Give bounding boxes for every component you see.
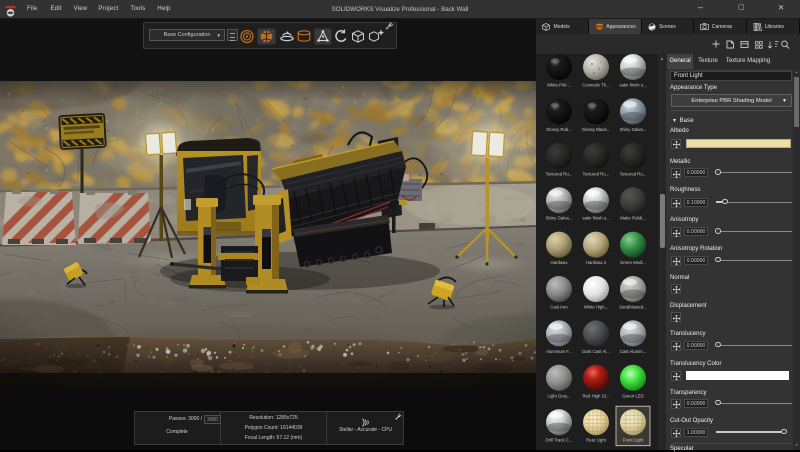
svg-text:White High...: White High... xyxy=(584,305,609,310)
svg-text:Aluminum F...: Aluminum F... xyxy=(546,349,572,354)
svg-text:Green Medi...: Green Medi... xyxy=(620,260,646,265)
svg-text:Rear Light: Rear Light xyxy=(586,438,607,443)
svg-text:Hardwax 2: Hardwax 2 xyxy=(586,260,607,265)
svg-text:Sandblasted...: Sandblasted... xyxy=(619,305,646,310)
svg-text:Dark Cast Al...: Dark Cast Al... xyxy=(582,349,609,354)
svg-text:satin finish s...: satin finish s... xyxy=(619,83,646,88)
svg-text:Glossy Black...: Glossy Black... xyxy=(582,127,610,132)
svg-text:Glossy Rub...: Glossy Rub... xyxy=(546,127,572,132)
svg-text:Hardwax: Hardwax xyxy=(551,260,569,265)
svg-text:White-PW-...: White-PW-... xyxy=(547,83,571,88)
svg-text:Matte Rubb...: Matte Rubb... xyxy=(620,216,646,221)
svg-text:Cosmetic Th...: Cosmetic Th... xyxy=(582,83,610,88)
svg-text:Textured Ru...: Textured Ru... xyxy=(583,171,610,176)
svg-text:Textured Ru...: Textured Ru... xyxy=(620,171,647,176)
svg-text:Cast Iron: Cast Iron xyxy=(550,305,568,310)
svg-text:Green LED: Green LED xyxy=(622,393,644,398)
svg-text:Drill Track C...: Drill Track C... xyxy=(546,438,573,443)
svg-text:Textured Ru...: Textured Ru... xyxy=(546,171,573,176)
svg-text:satin finish s...: satin finish s... xyxy=(582,216,609,221)
svg-text:Cast Alumin...: Cast Alumin... xyxy=(620,349,647,354)
svg-text:Shiny Galva...: Shiny Galva... xyxy=(620,127,647,132)
svg-text:Front Light: Front Light xyxy=(623,438,644,443)
svg-text:Red High Gl...: Red High Gl... xyxy=(583,393,610,398)
svg-text:Shiny Galva...: Shiny Galva... xyxy=(546,216,573,221)
svg-text:Light Grey...: Light Grey... xyxy=(547,393,570,398)
